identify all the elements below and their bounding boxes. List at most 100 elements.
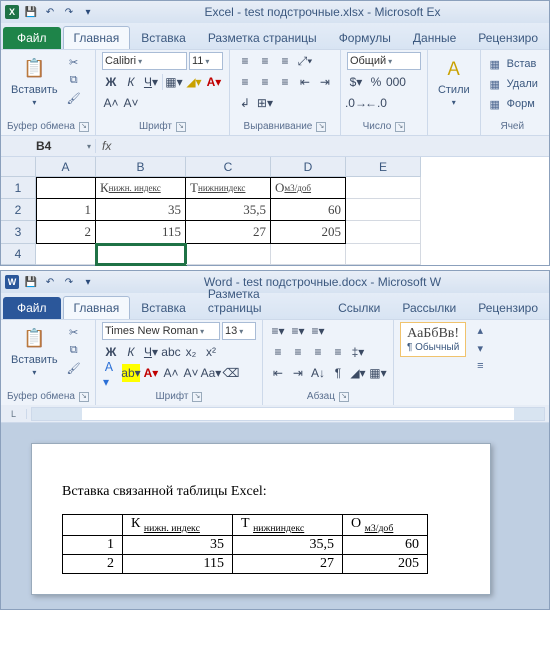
cell-D3[interactable]: 205 (271, 221, 346, 244)
align-center-icon[interactable]: ≡ (256, 73, 274, 91)
table-cell[interactable]: 115 (123, 554, 233, 573)
align-top-icon[interactable]: ≡ (236, 52, 254, 70)
cell-B1[interactable]: К нижн. индекс (96, 177, 186, 199)
justify-icon[interactable]: ≡ (329, 343, 347, 361)
redo-icon[interactable]: ↷ (61, 4, 77, 20)
table-cell[interactable]: 27 (233, 554, 343, 573)
cut-icon[interactable]: ✂ (66, 324, 82, 340)
table-cell[interactable]: 35 (123, 535, 233, 554)
qat-dropdown-icon[interactable]: ▾ (80, 274, 96, 290)
font-size-combo[interactable]: 13▾ (222, 322, 256, 340)
cell-B4[interactable] (96, 244, 186, 265)
tab-file[interactable]: Файл (3, 297, 61, 319)
text-effects-icon[interactable]: Ａ▾ (102, 364, 120, 382)
save-icon[interactable]: 💾 (23, 274, 39, 290)
table-cell[interactable]: 1 (63, 535, 123, 554)
cut-icon[interactable]: ✂ (66, 54, 82, 70)
align-bottom-icon[interactable]: ≡ (276, 52, 294, 70)
cell-B2[interactable]: 35 (96, 199, 186, 221)
align-left-icon[interactable]: ≡ (269, 343, 287, 361)
undo-icon[interactable]: ↶ (42, 274, 58, 290)
font-color-button[interactable]: A▾ (142, 364, 160, 382)
col-header-E[interactable]: E (346, 157, 421, 177)
tab-references[interactable]: Ссылки (327, 296, 391, 319)
clear-format-icon[interactable]: ⌫ (222, 364, 240, 382)
undo-icon[interactable]: ↶ (42, 4, 58, 20)
cells-delete-button[interactable]: ▦Удали (487, 76, 538, 92)
tab-page-layout[interactable]: Разметка страницы (197, 282, 327, 319)
table-cell[interactable]: 2 (63, 554, 123, 573)
dialog-launcher-icon[interactable]: ↘ (395, 122, 405, 132)
multilevel-icon[interactable]: ≡▾ (309, 322, 327, 340)
cell-B3[interactable]: 115 (96, 221, 186, 244)
increase-font-icon[interactable]: A˄ (102, 94, 120, 112)
name-box[interactable]: B4 ▾ (1, 139, 96, 153)
currency-icon[interactable]: $▾ (347, 73, 365, 91)
bold-button[interactable]: Ж (102, 73, 120, 91)
chevron-up-icon[interactable]: ▴ (472, 322, 488, 338)
decrease-indent-icon[interactable]: ⇤ (296, 73, 314, 91)
chevron-down-icon[interactable]: ▾ (472, 340, 488, 356)
document-page[interactable]: Вставка связанной таблицы Excel: К нижн.… (31, 443, 491, 595)
table-cell[interactable]: 35,5 (233, 535, 343, 554)
orientation-icon[interactable]: ⤢▾ (296, 52, 314, 70)
dialog-launcher-icon[interactable]: ↘ (79, 392, 89, 402)
row-header-1[interactable]: 1 (1, 177, 36, 199)
cell-A4[interactable] (36, 244, 96, 265)
redo-icon[interactable]: ↷ (61, 274, 77, 290)
cell-E2[interactable] (346, 199, 421, 221)
dialog-launcher-icon[interactable]: ↘ (192, 392, 202, 402)
percent-icon[interactable]: % (367, 73, 385, 91)
table-cell[interactable]: 60 (343, 535, 428, 554)
sort-icon[interactable]: A↓ (309, 364, 327, 382)
cell-E3[interactable] (346, 221, 421, 244)
copy-icon[interactable]: ⧉ (66, 342, 82, 358)
tab-page-layout[interactable]: Разметка страницы (197, 26, 328, 49)
decrease-font-icon[interactable]: A˅ (122, 94, 140, 112)
table-header-cell[interactable]: О м3/доб (343, 515, 428, 536)
font-size-combo[interactable]: 11▾ (189, 52, 223, 70)
fill-color-button[interactable]: ◢▾ (185, 73, 203, 91)
border-button[interactable]: ▦▾ (165, 73, 183, 91)
dialog-launcher-icon[interactable]: ↘ (176, 122, 186, 132)
tab-home[interactable]: Главная (63, 26, 131, 49)
row-header-3[interactable]: 3 (1, 221, 36, 244)
tab-mailings[interactable]: Рассылки (391, 296, 467, 319)
decrease-decimal-icon[interactable]: ←.0 (367, 94, 385, 112)
row-header-4[interactable]: 4 (1, 244, 36, 265)
decrease-indent-icon[interactable]: ⇤ (269, 364, 287, 382)
copy-icon[interactable]: ⧉ (66, 72, 82, 88)
strike-button[interactable]: abc (162, 343, 180, 361)
italic-button[interactable]: К (122, 73, 140, 91)
cell-A2[interactable]: 1 (36, 199, 96, 221)
cell-E1[interactable] (346, 177, 421, 199)
increase-decimal-icon[interactable]: .0→ (347, 94, 365, 112)
align-center-icon[interactable]: ≡ (289, 343, 307, 361)
align-middle-icon[interactable]: ≡ (256, 52, 274, 70)
highlight-icon[interactable]: ab▾ (122, 364, 140, 382)
merge-center-icon[interactable]: ⊞▾ (256, 94, 274, 112)
cell-D4[interactable] (271, 244, 346, 265)
align-right-icon[interactable]: ≡ (309, 343, 327, 361)
dialog-launcher-icon[interactable]: ↘ (79, 122, 89, 132)
tab-insert[interactable]: Вставка (130, 296, 197, 319)
numbering-icon[interactable]: ≡▾ (289, 322, 307, 340)
ruler-corner-icon[interactable]: L (1, 409, 27, 419)
qat-dropdown-icon[interactable]: ▾ (80, 4, 96, 20)
chevron-down-icon[interactable]: ▾ (83, 142, 95, 151)
comma-icon[interactable]: 000 (387, 73, 405, 91)
number-format-combo[interactable]: Общий▾ (347, 52, 421, 70)
borders-icon[interactable]: ▦▾ (369, 364, 387, 382)
font-name-combo[interactable]: Calibri▾ (102, 52, 187, 70)
paste-button[interactable]: 📋 Вставить ▾ (7, 52, 62, 109)
increase-indent-icon[interactable]: ⇥ (289, 364, 307, 382)
line-spacing-icon[interactable]: ‡▾ (349, 343, 367, 361)
col-header-C[interactable]: C (186, 157, 271, 177)
wrap-text-icon[interactable]: ↲ (236, 94, 254, 112)
styles-button[interactable]: Ａ Стили ▾ (434, 52, 474, 109)
underline-button[interactable]: Ч▾ (142, 73, 160, 91)
cell-C1[interactable]: Т нижниндекс (186, 177, 271, 199)
increase-indent-icon[interactable]: ⇥ (316, 73, 334, 91)
fx-icon[interactable]: fx (102, 139, 111, 153)
tab-file[interactable]: Файл (3, 27, 61, 49)
